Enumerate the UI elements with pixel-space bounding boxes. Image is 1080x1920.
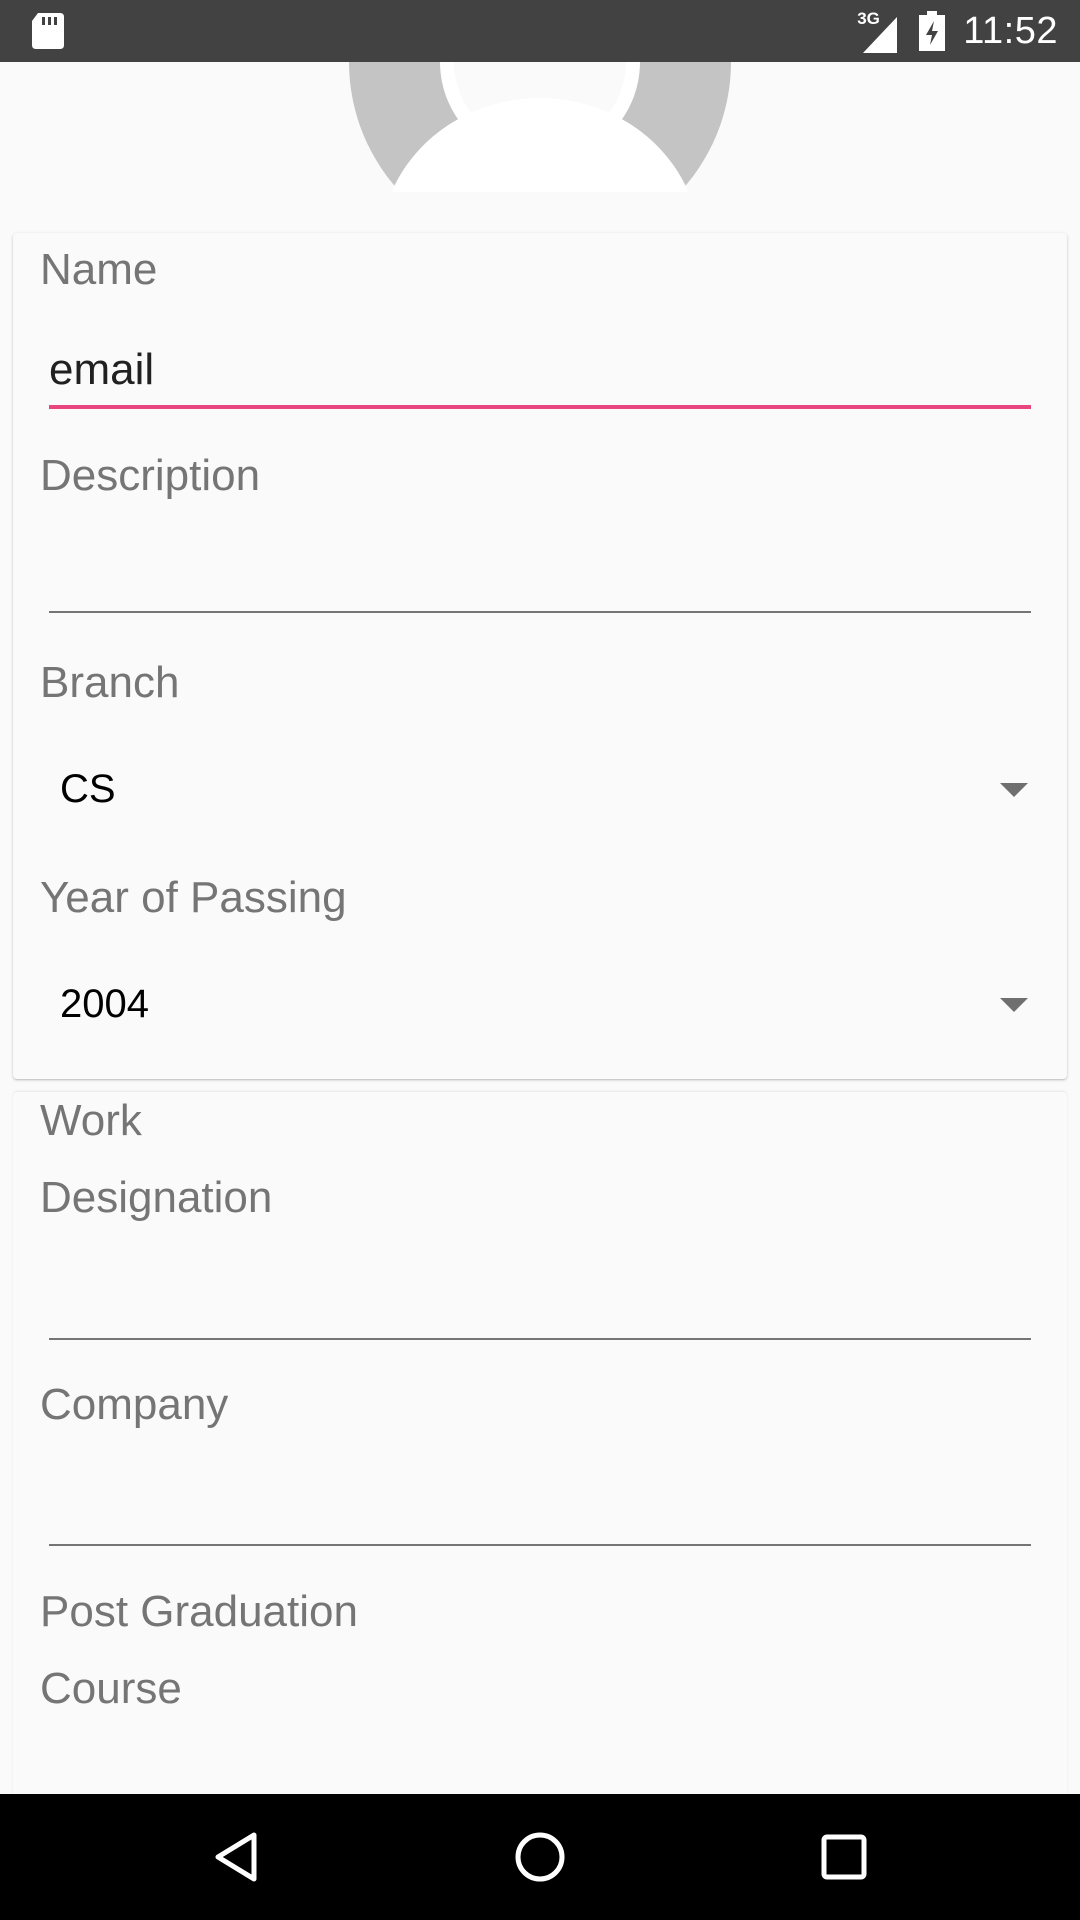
name-label: Name xyxy=(40,245,158,294)
branch-selected-value: CS xyxy=(60,767,116,811)
basic-info-card: Name email Description Branch CS Year of… xyxy=(13,233,1067,1079)
year-selected-value: 2004 xyxy=(60,982,149,1026)
status-time: 11:52 xyxy=(963,9,1058,52)
company-input-underline xyxy=(49,1544,1031,1546)
back-icon[interactable] xyxy=(206,1827,266,1887)
dropdown-arrow-icon xyxy=(1000,783,1028,797)
description-input-underline xyxy=(49,611,1031,613)
signal-icon: 3G xyxy=(857,9,901,53)
navigation-bar xyxy=(0,1794,1080,1920)
work-section-label: Work xyxy=(40,1096,142,1145)
course-label: Course xyxy=(40,1664,182,1713)
designation-label: Designation xyxy=(40,1173,273,1222)
recents-icon[interactable] xyxy=(814,1827,874,1887)
avatar[interactable] xyxy=(349,62,731,222)
battery-charging-icon xyxy=(919,11,946,51)
branch-spinner[interactable]: CS xyxy=(13,745,1067,835)
name-input[interactable]: email xyxy=(49,345,154,395)
default-avatar-icon xyxy=(349,62,731,192)
branch-label: Branch xyxy=(40,658,180,707)
year-spinner[interactable]: 2004 xyxy=(13,960,1067,1050)
dropdown-arrow-icon xyxy=(1000,998,1028,1012)
sd-card-icon xyxy=(32,13,64,49)
home-icon[interactable] xyxy=(510,1827,570,1887)
work-card: Work Designation Company Post Graduation… xyxy=(13,1092,1067,1812)
name-input-underline xyxy=(49,405,1031,409)
post-graduation-label: Post Graduation xyxy=(40,1587,358,1636)
company-label: Company xyxy=(40,1380,229,1429)
description-label: Description xyxy=(40,451,261,500)
status-bar: 3G 11:52 xyxy=(0,0,1080,62)
designation-input-underline xyxy=(49,1338,1031,1340)
year-label: Year of Passing xyxy=(40,873,347,922)
